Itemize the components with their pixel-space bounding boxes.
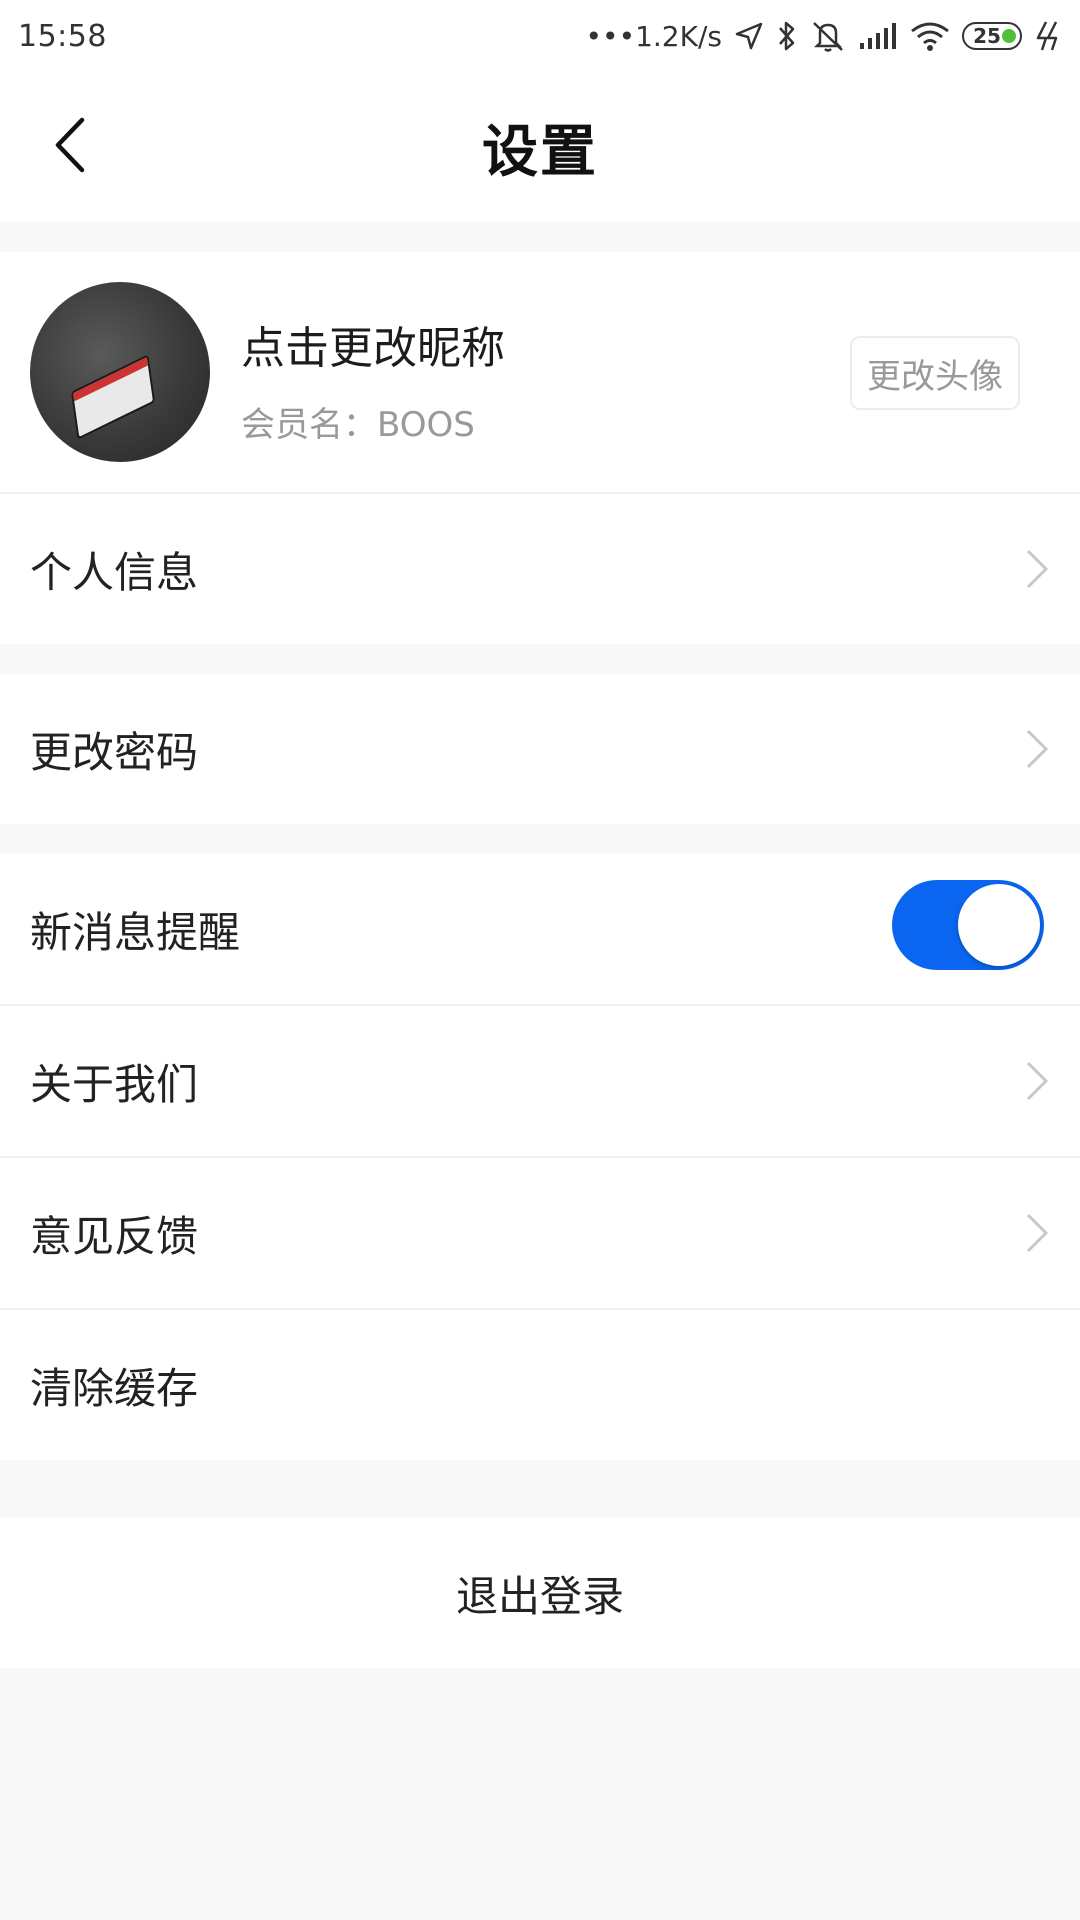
- member-name: 会员名：BOOS: [241, 405, 475, 445]
- battery-dot: [1002, 29, 1016, 43]
- bluetooth-icon: [776, 19, 798, 53]
- logout-button[interactable]: 退出登录: [0, 1518, 1080, 1668]
- location-icon: [734, 19, 764, 53]
- network-speed: •••1.2K/s: [585, 19, 722, 53]
- status-bar: 15:58 •••1.2K/s 25: [0, 0, 1080, 72]
- new-message-alert-toggle[interactable]: [892, 880, 1044, 970]
- chevron-right-icon: [1024, 1211, 1050, 1255]
- profile-card: 点击更改昵称 会员名：BOOS 更改头像: [0, 252, 1080, 492]
- status-icons: •••1.2K/s 25: [586, 19, 1062, 53]
- clear-cache-row[interactable]: 清除缓存: [0, 1310, 1080, 1460]
- feedback-label: 意见反馈: [30, 1211, 199, 1261]
- page-title: 设置: [482, 119, 598, 185]
- chevron-left-icon: [50, 116, 90, 178]
- chevron-right-icon: [1024, 727, 1050, 771]
- personal-info-row[interactable]: 个人信息: [0, 494, 1080, 644]
- battery-level: 25: [973, 24, 1001, 48]
- about-us-label: 关于我们: [30, 1059, 199, 1109]
- change-avatar-button[interactable]: 更改头像: [850, 336, 1020, 410]
- feedback-row[interactable]: 意见反馈: [0, 1158, 1080, 1308]
- new-message-alert-row: 新消息提醒: [0, 854, 1080, 1004]
- mute-icon: [810, 19, 846, 53]
- change-password-row[interactable]: 更改密码: [0, 674, 1080, 824]
- avatar-image: [70, 354, 156, 440]
- nickname-label[interactable]: 点击更改昵称: [241, 312, 505, 376]
- avatar[interactable]: [30, 282, 210, 462]
- chevron-right-icon: [1024, 547, 1050, 591]
- status-time: 15:58: [18, 18, 107, 54]
- clear-cache-label: 清除缓存: [30, 1363, 199, 1413]
- back-button[interactable]: [30, 107, 110, 187]
- change-password-label: 更改密码: [30, 727, 199, 777]
- about-us-row[interactable]: 关于我们: [0, 1006, 1080, 1156]
- signal-icon: [858, 19, 898, 53]
- toggle-knob: [958, 884, 1040, 966]
- charging-icon: [1034, 19, 1062, 53]
- new-message-alert-label: 新消息提醒: [30, 907, 241, 957]
- battery-icon: 25: [962, 22, 1022, 50]
- chevron-right-icon: [1024, 1059, 1050, 1103]
- personal-info-label: 个人信息: [30, 547, 199, 597]
- page-header: 设置: [0, 72, 1080, 222]
- wifi-icon: [910, 19, 950, 53]
